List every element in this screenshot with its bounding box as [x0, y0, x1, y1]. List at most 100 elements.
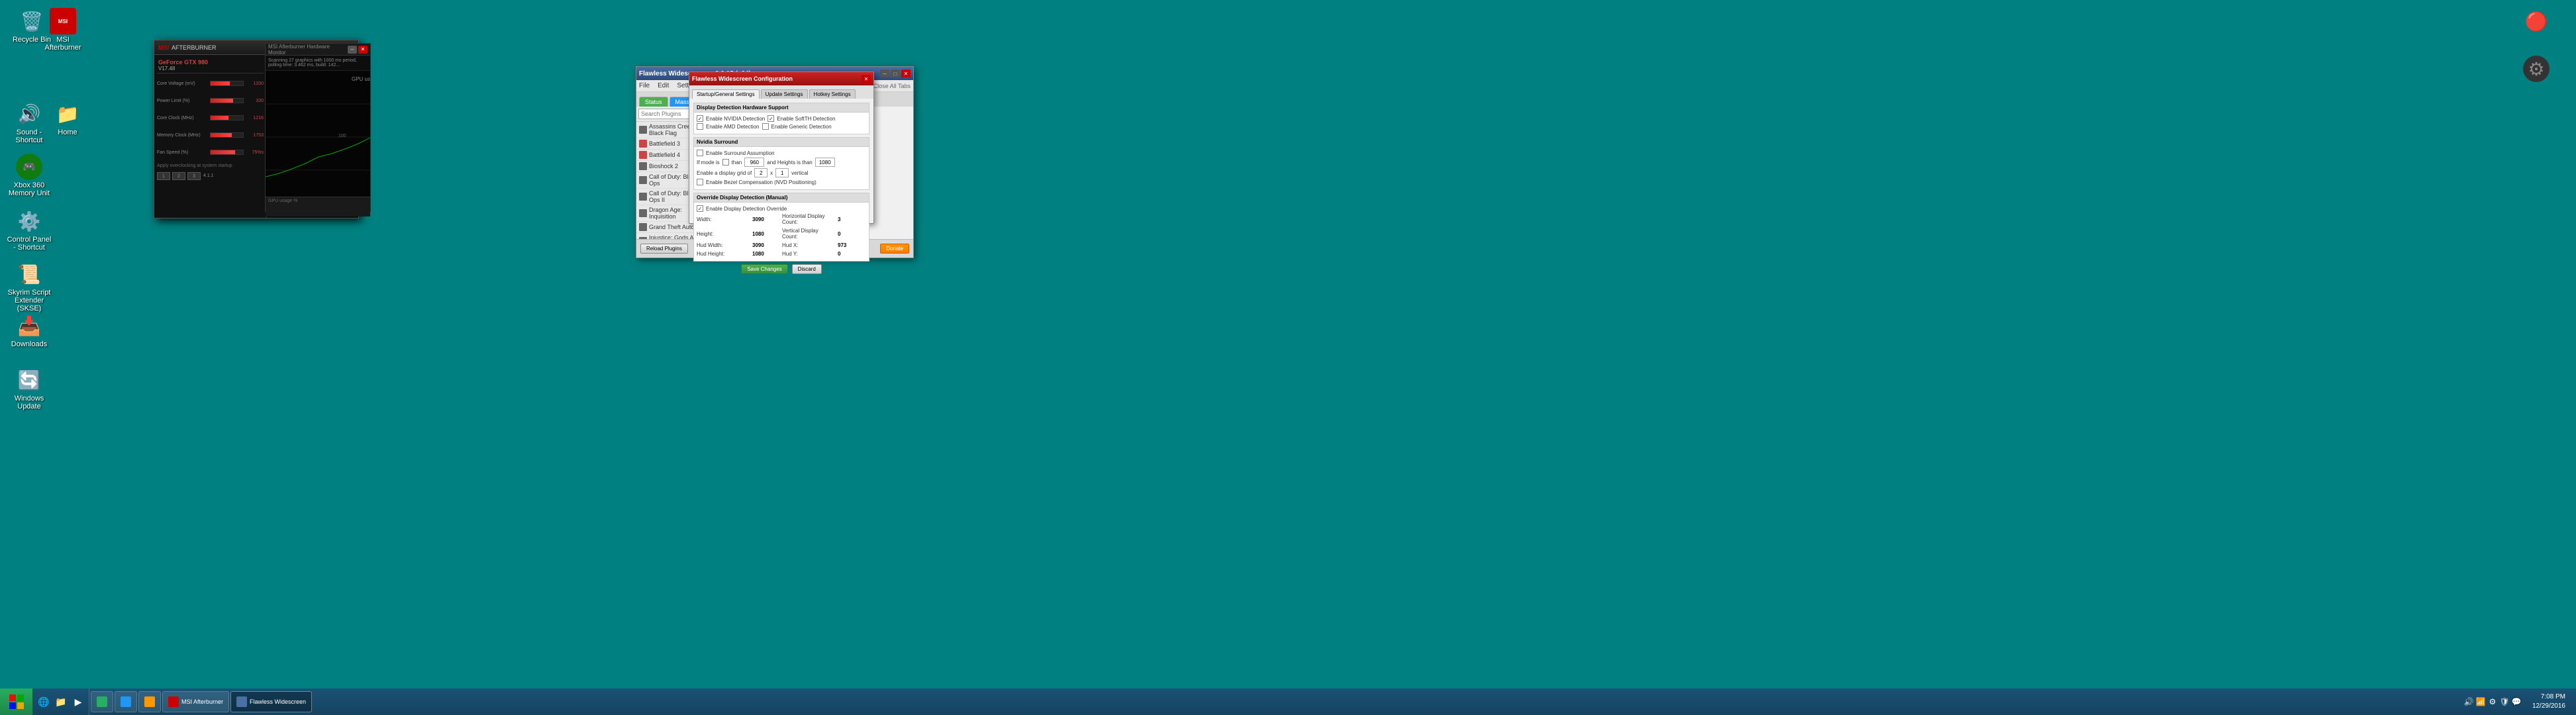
fw-close-btn[interactable]: ✕ [901, 70, 911, 77]
sound-icon: 🔊 [16, 101, 42, 127]
fw-menu-edit[interactable]: Edit [658, 82, 669, 89]
taskbar-item-afterburner[interactable]: MSI Afterburner [162, 691, 229, 712]
taskbar-item-fw[interactable]: Flawless Widescreen [230, 691, 312, 712]
fw-menu-file[interactable]: File [639, 82, 650, 89]
desktop-icon-msi-afterburner[interactable]: MSI MSI Afterburner [36, 5, 89, 54]
display-grid-x-input[interactable] [754, 168, 768, 177]
mode-height-input[interactable] [815, 158, 835, 167]
taskbar-item-2[interactable] [115, 691, 137, 712]
desktop-icon-windows-update[interactable]: 🔄 Windows Update [3, 364, 56, 413]
amd-detection-label: Enable AMD Detection [706, 124, 760, 130]
reload-plugins-btn[interactable]: Reload Plugins [640, 244, 688, 254]
taskbar-icon-2 [121, 696, 131, 707]
game-label: Battlefield 3 [649, 140, 680, 147]
system-tray: 🔊 📶 ⚙ 🛡 💬 7:08 PM 12/29/2016 [2455, 689, 2576, 715]
fan-speed-track[interactable] [210, 150, 244, 155]
donate-btn[interactable]: Donate [880, 244, 909, 254]
desktop-icon-xbox[interactable]: 🎮 Xbox 360 Memory Unit [3, 151, 56, 200]
taskbar-item-1[interactable] [91, 691, 113, 712]
desktop-icon-skyrim-script[interactable]: 📜 Skyrim Script Extender (SKSE) [3, 258, 56, 315]
ab-hw-titlebar: MSI Afterburner Hardware Monitor ─ ✕ [266, 44, 370, 56]
generic-detection-checkbox[interactable] [762, 123, 769, 130]
core-voltage-track[interactable] [210, 81, 244, 86]
core-clock-track[interactable] [210, 115, 244, 120]
game-icon [639, 126, 647, 134]
power-limit-value: 100 [244, 99, 264, 103]
nvidia-detection-label: Enable NVIDIA Detection [706, 116, 765, 122]
tray-icon-2[interactable]: 📶 [2475, 696, 2486, 707]
windows-update-icon: 🔄 [16, 367, 42, 393]
tray-icon-4[interactable]: 🛡 [2499, 696, 2510, 707]
fw-config-tabs: Startup/General Settings Update Settings… [689, 85, 873, 99]
fw-tab-status[interactable]: Status [639, 97, 668, 107]
profile-3-btn[interactable]: 3 [187, 172, 201, 180]
core-voltage-fill [211, 81, 230, 85]
fw-taskbar-label: Flawless Widescreen [250, 698, 306, 705]
downloads-icon: 📥 [16, 312, 42, 339]
hud-x-value: 973 [838, 242, 846, 248]
nvidia-detection-checkbox[interactable]: ✓ [697, 115, 703, 122]
desktop-icon-downloads[interactable]: 📥 Downloads [3, 310, 56, 351]
profile-1-btn[interactable]: 1 [157, 172, 170, 180]
gpu-name: GeForce GTX 980 [158, 59, 262, 66]
xbox-label: Xbox 360 Memory Unit [5, 181, 53, 197]
desktop-icon-right-2[interactable]: ⚙ [2510, 53, 2563, 85]
profile-2-btn[interactable]: 2 [172, 172, 185, 180]
v-display-value: 0 [838, 231, 840, 237]
save-changes-btn[interactable]: Save Changes [741, 264, 787, 274]
fw-config-close-btn[interactable]: ✕ [862, 75, 871, 83]
downloads-label: Downloads [11, 340, 47, 348]
fan-speed-fill [211, 150, 235, 154]
ab-hw-monitor-window: MSI Afterburner Hardware Monitor ─ ✕ Sca… [265, 43, 371, 212]
softth-detection-checkbox[interactable]: ✓ [768, 115, 774, 122]
tray-icon-1[interactable]: 🔊 [2463, 696, 2474, 707]
hud-y-value: 0 [838, 251, 840, 257]
override-enable-label: Enable Display Detection Override [706, 206, 787, 212]
tray-icon-5[interactable]: 💬 [2511, 696, 2522, 707]
ql-ie-icon[interactable]: 🌐 [36, 694, 52, 710]
power-limit-track[interactable] [210, 98, 244, 103]
ab-hw-bottom: GPU usage % [266, 197, 370, 216]
surround-assumption-checkbox[interactable] [697, 150, 703, 156]
desktop-icon-home[interactable]: 📁 Home [41, 98, 94, 139]
override-enable-checkbox[interactable]: ✓ [697, 205, 703, 212]
display-grid-y-input[interactable] [775, 168, 789, 177]
systray-icons: 🔊 📶 ⚙ 🛡 💬 [2461, 696, 2524, 707]
memory-clock-fill [211, 133, 232, 137]
amd-detection-checkbox[interactable] [697, 123, 703, 130]
fan-speed-value: 75%s [244, 150, 264, 155]
fw-config-tab-startup[interactable]: Startup/General Settings [692, 89, 760, 99]
memory-clock-track[interactable] [210, 132, 244, 138]
taskbar: 🌐 📁 ▶ MSI Afterburner Flawless Widescree… [0, 689, 2576, 715]
mode-check[interactable] [722, 159, 729, 166]
svg-text:GPU usage, %: GPU usage, % [352, 76, 370, 82]
fw-config-dialog: Flawless Widescreen Configuration ✕ Star… [689, 72, 874, 224]
gpu-usage-label: GPU usage % [268, 199, 368, 203]
tray-icon-3[interactable]: ⚙ [2487, 696, 2498, 707]
fw-config-title: Flawless Widescreen Configuration [692, 75, 793, 82]
game-icon [639, 176, 647, 184]
height-row: Height: 1080 [697, 228, 781, 240]
power-limit-fill [211, 99, 233, 103]
desktop-icon-right-1[interactable]: 🔴 [2510, 5, 2563, 37]
fw-minimize-btn[interactable]: ─ [880, 70, 889, 77]
discard-btn[interactable]: Discard [792, 264, 822, 274]
ab-hw-close[interactable]: ✕ [358, 46, 368, 54]
start-button[interactable] [0, 689, 33, 715]
ql-media-icon[interactable]: ▶ [70, 694, 86, 710]
nvidia-detection-row: ✓ Enable NVIDIA Detection ✓ Enable SoftT… [697, 115, 866, 122]
taskbar-item-3[interactable] [138, 691, 161, 712]
skyrim-script-icon: 📜 [16, 261, 42, 287]
mode-width-input[interactable] [744, 158, 764, 167]
fw-config-tab-hotkey[interactable]: Hotkey Settings [809, 89, 856, 99]
surround-assumption-row: Enable Surround Assumption [697, 150, 866, 156]
hud-y-row: Hud Y: 0 [782, 251, 866, 257]
fw-close-all-tabs-btn[interactable]: Close All Tabs [873, 83, 911, 89]
ab-hw-minimize[interactable]: ─ [348, 46, 357, 54]
fw-maximize-btn[interactable]: □ [891, 70, 900, 77]
desktop-icon-control-panel[interactable]: ⚙️ Control Panel - Shortcut [3, 205, 56, 254]
bezel-checkbox[interactable] [697, 179, 703, 185]
fw-config-tab-update[interactable]: Update Settings [761, 89, 808, 99]
hud-y-label: Hud Y: [782, 251, 835, 257]
ql-explorer-icon[interactable]: 📁 [53, 694, 69, 710]
